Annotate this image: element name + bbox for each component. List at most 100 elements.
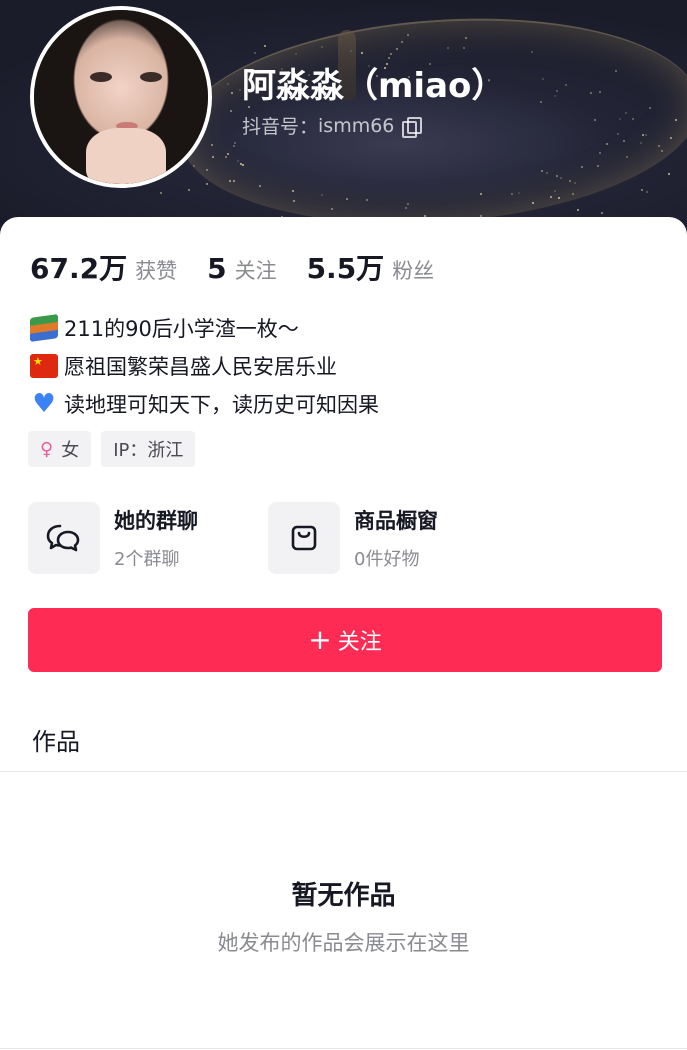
star-dot	[210, 143, 213, 146]
star-dot	[160, 192, 163, 195]
chat-bubbles-icon	[28, 502, 100, 574]
star-dot	[401, 40, 404, 43]
star-dot	[580, 165, 583, 168]
star-dot	[549, 196, 552, 199]
star-dot	[649, 106, 652, 109]
bio-line: 211的90后小学渣一枚～	[30, 309, 379, 347]
star-dot	[632, 118, 635, 121]
star-dot	[646, 191, 648, 194]
star-dot	[555, 174, 558, 177]
star-dot	[596, 165, 599, 168]
bio-text: 211的90后小学渣一枚～	[64, 317, 299, 341]
star-dot	[556, 89, 559, 92]
star-dot	[641, 134, 644, 137]
star-dot	[212, 155, 215, 158]
star-dot	[510, 193, 513, 196]
profile-tags: ♀ 女 IP：浙江	[28, 431, 196, 467]
star-dot	[405, 206, 408, 209]
plus-icon: +	[308, 623, 332, 656]
follow-button-label: 关注	[337, 630, 382, 655]
star-dot	[292, 189, 295, 192]
star-dot	[623, 140, 626, 143]
star-dot	[564, 84, 567, 87]
gender-tag: ♀ 女	[28, 431, 92, 467]
star-dot	[670, 136, 673, 139]
star-dot	[390, 53, 393, 56]
stat-followers[interactable]: 5.5万 粉丝	[307, 247, 435, 287]
star-dot	[366, 199, 369, 202]
empty-state-title: 暂无作品	[291, 881, 396, 911]
star-dot	[229, 109, 232, 112]
star-dot	[614, 69, 617, 72]
star-dot	[660, 150, 663, 153]
star-dot	[668, 173, 671, 176]
stat-value: 67.2万	[30, 252, 128, 285]
star-dot	[589, 91, 592, 94]
bio-line: 愿祖国繁荣昌盛人民安居乐业	[30, 347, 379, 385]
star-dot	[531, 201, 534, 204]
profile-nickname: 阿淼淼（miao）	[242, 66, 506, 106]
star-dot	[464, 37, 467, 40]
star-dot	[462, 47, 465, 50]
star-dot	[674, 118, 677, 121]
star-dot	[554, 95, 557, 98]
stats-row: 67.2万 获赞 5 关注 5.5万 粉丝	[30, 247, 464, 287]
star-dot	[188, 189, 191, 192]
star-dot	[396, 47, 398, 50]
star-dot	[625, 111, 628, 114]
tab-divider	[0, 771, 687, 772]
star-dot	[571, 193, 574, 196]
star-dot	[557, 196, 560, 199]
copy-icon[interactable]	[402, 116, 423, 138]
bio-text: 愿祖国繁荣昌盛人民安居乐业	[64, 355, 337, 379]
star-dot	[540, 101, 543, 104]
stat-following[interactable]: 5 关注	[207, 252, 276, 285]
product-showcase-entry[interactable]: 商品橱窗 0件好物	[268, 502, 508, 574]
shopping-bag-icon	[268, 502, 340, 574]
ip-location-tag: IP：浙江	[101, 431, 196, 467]
shortcut-subtitle: 2个群聊	[114, 549, 180, 570]
douyin-id-value: ismm66	[318, 114, 395, 137]
star-dot	[530, 50, 533, 53]
avatar[interactable]	[30, 6, 212, 188]
stat-value: 5.5万	[306, 252, 385, 285]
shortcuts-row: 她的群聊 2个群聊 商品橱窗 0件好物	[28, 502, 508, 574]
star-dot	[616, 132, 619, 135]
stat-likes[interactable]: 67.2万 获赞	[30, 247, 177, 287]
gender-label: 女	[61, 440, 80, 461]
star-dot	[553, 189, 556, 192]
star-dot	[479, 192, 482, 195]
star-dot	[577, 209, 580, 212]
star-dot	[238, 89, 241, 92]
group-chat-entry[interactable]: 她的群聊 2个群聊	[28, 502, 268, 574]
star-dot	[293, 199, 296, 202]
star-dot	[640, 142, 643, 145]
female-icon: ♀	[40, 438, 54, 460]
star-dot	[224, 155, 227, 158]
star-dot	[606, 143, 609, 146]
books-icon	[30, 314, 58, 342]
star-dot	[446, 46, 449, 49]
follow-button[interactable]: + 关注	[28, 608, 662, 672]
star-dot	[361, 51, 364, 54]
star-dot	[232, 144, 235, 147]
star-dot	[227, 152, 230, 155]
shortcut-title: 商品橱窗	[354, 509, 438, 533]
tab-works[interactable]: 作品	[32, 722, 80, 757]
empty-state-subtitle: 她发布的作品会展示在这里	[217, 931, 470, 955]
stat-label: 关注	[234, 259, 277, 283]
star-dot	[641, 189, 644, 192]
star-dot	[625, 155, 628, 158]
shortcut-subtitle: 0件好物	[354, 549, 420, 570]
star-dot	[518, 191, 521, 194]
star-dot	[254, 52, 257, 55]
profile-card: 67.2万 获赞 5 关注 5.5万 粉丝 211的90后小学渣一枚～ 愿祖国繁…	[0, 217, 687, 1050]
douyin-id-row[interactable]: 抖音号： ismm66	[242, 112, 423, 139]
star-dot	[330, 207, 333, 210]
star-dot	[226, 82, 229, 85]
china-flag-icon	[30, 354, 58, 378]
star-dot	[406, 33, 409, 36]
star-dot	[542, 77, 545, 80]
star-dot	[259, 184, 262, 187]
star-dot	[406, 202, 409, 205]
